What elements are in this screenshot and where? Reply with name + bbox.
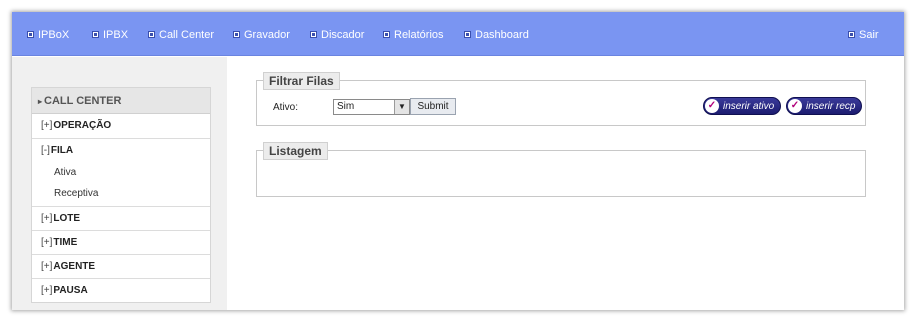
sidebar-title[interactable]: ▸ CALL CENTER <box>32 88 210 114</box>
listing-legend: Listagem <box>263 142 328 160</box>
nav-ipbx[interactable]: IPBX <box>92 28 128 42</box>
button-label: inserir recp <box>806 101 856 112</box>
sidebar-item-time[interactable]: [+]TIME <box>32 230 210 254</box>
bullet-icon <box>464 31 471 38</box>
select-value: Sim <box>337 101 355 112</box>
check-icon: ✓ <box>788 99 802 113</box>
expand-toggle: [+] <box>41 261 53 272</box>
expand-toggle: [+] <box>41 237 53 248</box>
listing-panel: Listagem <box>256 142 866 197</box>
expand-toggle: [+] <box>41 120 53 131</box>
nav-label: Gravador <box>244 29 290 41</box>
check-icon: ✓ <box>705 99 719 113</box>
expand-toggle: [+] <box>41 213 53 224</box>
app-window: IPBoX IPBX Call Center Gravador Discador… <box>12 12 904 310</box>
nav-relatorios[interactable]: Relatórios <box>383 28 444 42</box>
button-label: inserir ativo <box>723 101 775 112</box>
submit-button[interactable]: Submit <box>410 98 456 115</box>
nav-gravador[interactable]: Gravador <box>233 28 290 42</box>
active-filter-select[interactable]: Sim ▼ <box>333 99 410 115</box>
filter-panel: Filtrar Filas Ativo: Sim ▼ Submit ✓ inser… <box>256 72 866 126</box>
sidebar-item-label: OPERAÇÃO <box>53 120 112 131</box>
sidebar-item-label: TIME <box>53 237 78 248</box>
sidebar-item-label: PAUSA <box>53 285 88 296</box>
bullet-icon <box>92 31 99 38</box>
top-navigation: IPBoX IPBX Call Center Gravador Discador… <box>12 12 904 56</box>
filter-legend: Filtrar Filas <box>263 72 340 90</box>
nav-label: Discador <box>321 29 365 41</box>
sidebar-item-operacao[interactable]: [+]OPERAÇÃO <box>32 114 210 138</box>
sidebar-item-label: FILA <box>50 145 74 156</box>
insert-receptive-button[interactable]: ✓ inserir recp <box>786 97 863 115</box>
nav-dashboard[interactable]: Dashboard <box>464 28 529 42</box>
chevron-down-icon: ▼ <box>394 100 409 114</box>
insert-active-button[interactable]: ✓ inserir ativo <box>703 97 782 115</box>
caret-right-icon: ▸ <box>38 97 43 106</box>
sidebar-item-label: LOTE <box>53 213 81 224</box>
bullet-icon <box>310 31 317 38</box>
expand-toggle: [+] <box>41 285 53 296</box>
nav-logout[interactable]: Sair <box>848 28 879 42</box>
nav-ipbox[interactable]: IPBoX <box>27 28 69 42</box>
logout-label: Sair <box>859 29 879 41</box>
sidebar-item-label: AGENTE <box>53 261 96 272</box>
sidebar-subitem-receptiva[interactable]: Receptiva <box>32 183 210 204</box>
bullet-icon <box>383 31 390 38</box>
nav-label: Relatórios <box>394 29 444 41</box>
sidebar-item-agente[interactable]: [+]AGENTE <box>32 254 210 278</box>
sidebar-item-pausa[interactable]: [+]PAUSA <box>32 278 210 302</box>
nav-call-center[interactable]: Call Center <box>148 28 214 42</box>
nav-discador[interactable]: Discador <box>310 28 364 42</box>
nav-label: IPBX <box>103 29 129 41</box>
active-filter-label: Ativo: <box>273 102 299 113</box>
bullet-icon <box>27 31 34 38</box>
sidebar-menu: ▸ CALL CENTER [+]OPERAÇÃO [-]FILA Ativa R… <box>31 87 211 303</box>
bullet-icon <box>148 31 155 38</box>
nav-label: Call Center <box>159 29 215 41</box>
bullet-icon <box>848 31 855 38</box>
sidebar-item-fila[interactable]: [-]FILA <box>32 138 210 162</box>
bullet-icon <box>233 31 240 38</box>
sidebar-subitem-ativa[interactable]: Ativa <box>32 162 210 183</box>
sidebar-item-lote[interactable]: [+]LOTE <box>32 206 210 230</box>
nav-label: Dashboard <box>475 29 529 41</box>
collapse-toggle: [-] <box>41 145 50 156</box>
nav-label: IPBoX <box>38 29 70 41</box>
